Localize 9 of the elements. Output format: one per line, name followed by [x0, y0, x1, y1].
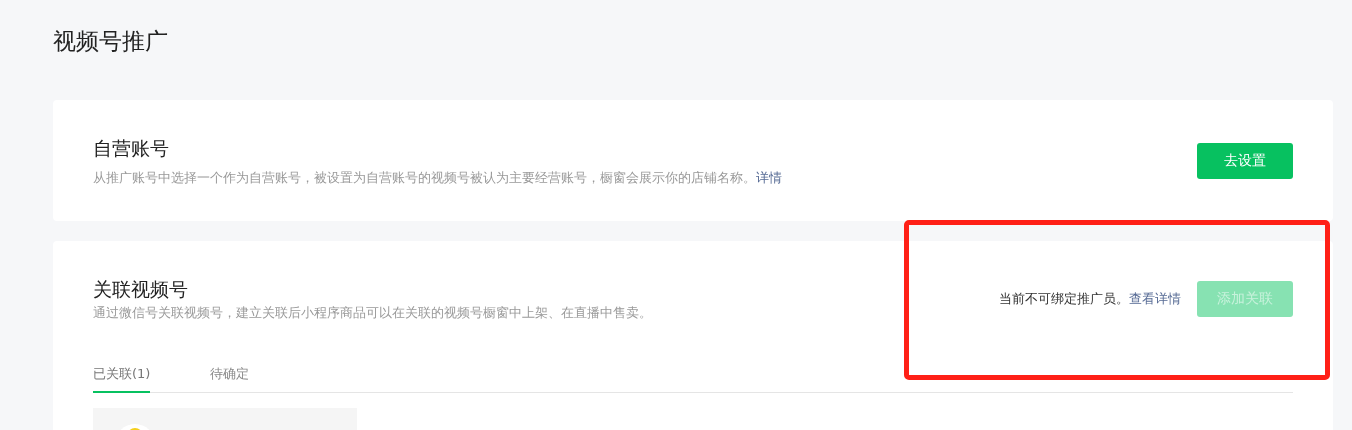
details-link[interactable]: 查看详情 [1129, 290, 1181, 306]
notice-text: 当前不可绑定推广员。查看详情 [999, 290, 1181, 308]
tab[interactable]: 已关联(1) [93, 359, 151, 393]
details-link[interactable]: 详情 [756, 170, 782, 185]
section-title: 自营账号 [93, 136, 170, 161]
section-title: 关联视频号 [93, 277, 189, 302]
page-title: 视频号推广 [53, 27, 169, 56]
tab[interactable]: 待确定 [210, 359, 250, 393]
section-description: 通过微信号关联视频号，建立关联后小程序商品可以在关联的视频号橱窗中上架、在直播中售卖。 [93, 304, 652, 322]
